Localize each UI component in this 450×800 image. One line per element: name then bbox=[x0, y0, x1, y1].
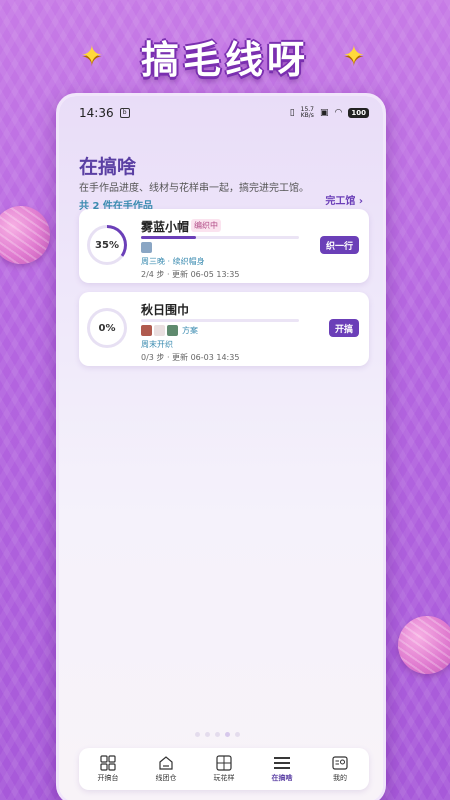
progress-ring: 0% bbox=[87, 308, 127, 348]
project-card[interactable]: 0% 秋日围巾 方案 周末开织 0/3 步 · 更新 06-03 14:35 开… bbox=[79, 292, 369, 366]
sparkle-icon: ✦ bbox=[80, 41, 103, 71]
status-time: 14:36 bbox=[79, 106, 114, 120]
page-subtitle: 在手作品进度、线材与花样串一起，搞完进完工馆。 bbox=[79, 183, 309, 194]
home-icon bbox=[157, 755, 175, 771]
swatch-plan-label: 方案 bbox=[182, 326, 198, 335]
page-indicator bbox=[195, 732, 240, 737]
yarn-ball-icon bbox=[0, 206, 50, 264]
tab-label: 开搞台 bbox=[97, 774, 119, 782]
tab-label: 我的 bbox=[333, 774, 347, 782]
network-speed: 15.7 KB/s bbox=[301, 107, 314, 119]
tab-profile[interactable]: 我的 bbox=[312, 755, 368, 783]
project-meta: 2/4 步 · 更新 06-05 13:35 bbox=[141, 270, 240, 279]
progress-ring: 35% bbox=[87, 225, 127, 265]
tab-workbench[interactable]: 开搞台 bbox=[80, 755, 136, 783]
notification-icon: b bbox=[119, 108, 130, 118]
yarn-swatch bbox=[154, 325, 165, 336]
profile-card-icon bbox=[331, 755, 349, 771]
sparkle-icon: ✦ bbox=[343, 41, 365, 71]
page-title: 在搞啥 bbox=[79, 156, 137, 178]
banner: ✦ 搞毛线呀 ✦ bbox=[0, 28, 450, 84]
tab-patterns[interactable]: 玩花样 bbox=[196, 755, 252, 783]
status-badge: 编织中 bbox=[191, 219, 221, 232]
speed-unit: KB/s bbox=[300, 112, 314, 119]
done-gallery-link[interactable]: 完工馆 › bbox=[325, 192, 363, 207]
project-name: 秋日围巾 bbox=[141, 303, 190, 317]
calculator-icon bbox=[215, 755, 233, 771]
page-dot bbox=[205, 732, 210, 737]
project-plan: 周末开织 bbox=[141, 340, 173, 349]
banner-title: 搞毛线呀 bbox=[140, 37, 309, 82]
progress-label: 0% bbox=[98, 322, 116, 334]
vibrate-icon: ▯ bbox=[289, 108, 295, 118]
yarn-swatch bbox=[141, 325, 152, 336]
tab-in-progress[interactable]: 在搞啥 bbox=[254, 755, 310, 783]
tab-yarn-stash[interactable]: 线团仓 bbox=[138, 755, 194, 783]
project-card[interactable]: 35% 雾蓝小帽 编织中 周三晚 · 续织帽身 2/4 步 · 更新 06-05… bbox=[79, 209, 369, 283]
bottom-tab-bar: 开搞台 线团仓 玩花样 在搞啥 我的 bbox=[79, 748, 369, 790]
progress-bar bbox=[141, 236, 299, 239]
yarn-swatch bbox=[167, 325, 178, 336]
sim-icon: ▣ bbox=[320, 108, 329, 118]
tab-label: 线团仓 bbox=[155, 774, 177, 782]
phone-frame: 14:36 b ▯ 15.7 KB/s ▣ ◠ 100 在搞啥 在手作品进度、线… bbox=[56, 93, 386, 800]
menu-icon bbox=[273, 755, 291, 771]
page-dot bbox=[215, 732, 220, 737]
app-screen: 14:36 b ▯ 15.7 KB/s ▣ ◠ 100 在搞啥 在手作品进度、线… bbox=[59, 96, 383, 800]
project-name: 雾蓝小帽 bbox=[141, 220, 190, 234]
status-bar: 14:36 b ▯ 15.7 KB/s ▣ ◠ 100 bbox=[59, 96, 383, 130]
grid-icon bbox=[99, 755, 117, 771]
page-dot bbox=[195, 732, 200, 737]
tab-label: 在搞啥 bbox=[271, 774, 293, 782]
start-button[interactable]: 开搞 bbox=[328, 319, 359, 337]
tab-label: 玩花样 bbox=[213, 774, 235, 782]
yarn-swatch bbox=[141, 242, 152, 253]
yarn-ball-icon bbox=[398, 616, 450, 674]
wifi-icon: ◠ bbox=[334, 108, 343, 118]
knit-row-button[interactable]: 织一行 bbox=[319, 236, 359, 254]
battery-icon: 100 bbox=[348, 108, 369, 118]
page-dot bbox=[235, 732, 240, 737]
progress-fill bbox=[141, 236, 197, 239]
progress-bar bbox=[141, 319, 299, 322]
progress-label: 35% bbox=[95, 239, 119, 251]
project-meta: 0/3 步 · 更新 06-03 14:35 bbox=[141, 353, 240, 362]
page-dot bbox=[225, 732, 230, 737]
project-plan: 周三晚 · 续织帽身 bbox=[141, 257, 205, 266]
